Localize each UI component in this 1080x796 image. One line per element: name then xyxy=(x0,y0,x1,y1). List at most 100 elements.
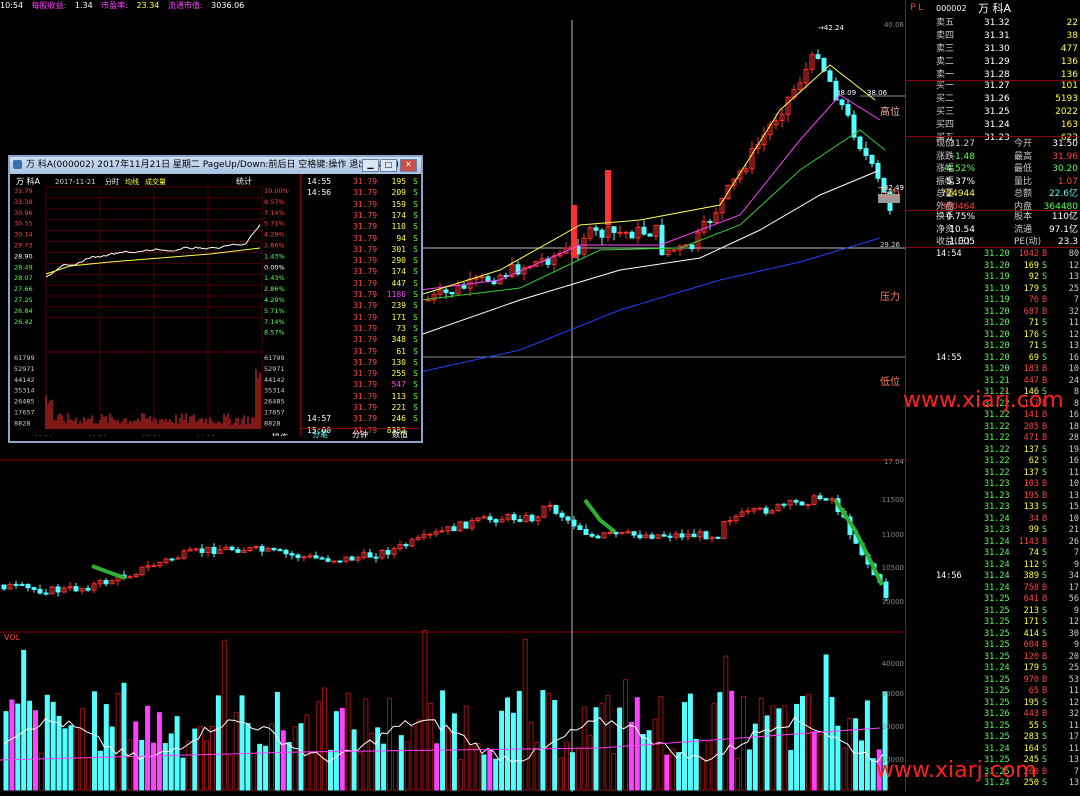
popup-tick-price: 31.79 xyxy=(353,391,378,401)
volume-bar xyxy=(823,654,829,791)
stat-label: 量比 xyxy=(1014,176,1033,187)
popup-tick-volume: 348 xyxy=(391,335,406,345)
popup-tick-volume: 547 xyxy=(391,380,406,390)
index-candle-body xyxy=(757,507,763,510)
tick-price: 31.24 xyxy=(984,582,1010,593)
stat-value: 1.07 xyxy=(1057,176,1078,187)
popup-tick-price: 31.79 xyxy=(353,369,378,379)
index-candle-body xyxy=(325,558,331,562)
index-candle-body xyxy=(295,554,301,559)
stock-code: 000002 xyxy=(936,4,967,13)
tick-row: 31.21 447 B 24 xyxy=(906,376,1080,387)
popup-tab-1[interactable]: 分钟 xyxy=(340,428,380,441)
popup-tick-price: 31.79 xyxy=(353,414,378,424)
popup-tick-side: S xyxy=(413,222,418,232)
index-candle-body xyxy=(439,530,445,533)
popup-subtab: 分时 xyxy=(105,177,119,186)
popup-tick-volume: 195 xyxy=(391,177,406,186)
volume-bar xyxy=(322,687,328,791)
tick-row: 31.23 99 S 21 xyxy=(906,525,1080,536)
tick-row: 31.23 103 B 10 xyxy=(906,479,1080,490)
tick-row: 31.20 169 S 12 xyxy=(906,261,1080,272)
index-candle-body xyxy=(883,581,889,598)
tick-price: 31.19 xyxy=(984,272,1010,282)
popup-tick-side: S xyxy=(413,301,418,311)
volume-bar xyxy=(428,703,434,791)
popup-time-label: 13:00 xyxy=(142,434,161,436)
popup-tick-price: 31.79 xyxy=(353,267,378,277)
tick-count: 13 xyxy=(1068,341,1079,351)
tick-price: 31.22 xyxy=(984,444,1010,455)
tick-count: 8 xyxy=(1073,398,1079,409)
ma-line-magenta xyxy=(419,94,881,291)
tick-price: 31.21 xyxy=(984,375,1010,386)
index-candle-body xyxy=(487,516,493,521)
candle-body xyxy=(659,224,665,256)
index-candle-body xyxy=(151,565,157,568)
popup-tab-2[interactable]: 数值 xyxy=(380,428,420,441)
tick-row: 31.22 471 B 28 xyxy=(906,433,1080,444)
index-candle-body xyxy=(547,505,553,508)
tick-volume: 758 xyxy=(1023,582,1039,593)
tick-volume: 169 xyxy=(1023,260,1039,271)
popup-tick-side: S xyxy=(413,414,418,424)
popup-pct-label: 5.71% xyxy=(264,220,285,228)
close-icon[interactable]: ✕ xyxy=(400,159,417,172)
popup-tab-0[interactable]: 分笔 xyxy=(300,428,340,441)
volume-bar xyxy=(298,723,304,791)
tick-price: 31.19 xyxy=(984,283,1010,294)
index-candle-body xyxy=(337,560,343,563)
index-candle-body xyxy=(727,520,733,523)
index-candle-body xyxy=(517,519,523,522)
zone-label: 压力 xyxy=(880,290,900,303)
mini-chart-canvas[interactable]: 万 科A 2017-11-21 分时 均线 成交量 统计 31.79 31.38 30.96 30… xyxy=(10,174,300,442)
volume-bar xyxy=(92,691,97,791)
maximize-icon[interactable]: □ xyxy=(380,159,397,172)
popup-price-label: 26.42 xyxy=(14,318,33,326)
popup-vol-label: 17657 xyxy=(14,409,35,417)
stat-label: 流通 xyxy=(1014,224,1033,235)
minimize-icon[interactable]: ▁ xyxy=(362,159,379,172)
tick-side: S xyxy=(1042,260,1048,271)
popup-tick-volume: 255 xyxy=(391,369,406,379)
volume-bar xyxy=(192,728,198,791)
popup-mini-chart[interactable]: 万 科A 2017-11-21 分时 均线 成交量 统计 31.79 31.38 30.96 30… xyxy=(10,174,300,442)
tick-row: 31.20 71 S 11 xyxy=(906,318,1080,329)
tick-price: 31.24 xyxy=(984,663,1010,673)
index-candle-body xyxy=(277,549,283,552)
popup-tick-side: S xyxy=(413,346,418,356)
volume-bar xyxy=(357,752,363,791)
popup-tick-row: 31.79 130 S xyxy=(301,357,422,368)
stat-value: 22.6亿 xyxy=(1048,189,1078,199)
popup-tick-row: 31.79 301 S xyxy=(301,244,422,255)
index-scale-label: 10500 xyxy=(882,564,904,572)
volume-bar xyxy=(50,701,56,791)
index-candle-body xyxy=(463,521,469,529)
popup-tick-row: 31.79 73 S xyxy=(301,323,422,334)
volume-bar xyxy=(493,758,499,791)
tick-count: 80 xyxy=(1068,249,1079,259)
tick-count: 12 xyxy=(1068,329,1079,340)
volume-bar xyxy=(788,749,794,791)
zone-label: 高位 xyxy=(880,105,900,118)
tick-volume: 34 xyxy=(1028,513,1039,524)
tick-side: B xyxy=(1042,433,1048,443)
popup-tick-side: S xyxy=(413,188,418,198)
tick-count: 9 xyxy=(1073,640,1079,650)
price-label-high: →42.24 xyxy=(818,24,844,32)
tick-side: S xyxy=(1042,778,1048,788)
volume-bar xyxy=(711,702,717,791)
index-candle-body xyxy=(799,501,805,506)
index-candle-body xyxy=(403,543,409,547)
volume-bar xyxy=(292,726,298,791)
popup-titlebar[interactable]: 万 科A(000002) 2017年11月21日 星期二 PageUp/Down… xyxy=(10,157,421,174)
index-candle-body xyxy=(553,505,559,514)
tick-row: 31.22 205 B 18 xyxy=(906,422,1080,433)
intraday-popup-window[interactable]: 万 科A(000002) 2017年11月21日 星期二 PageUp/Down… xyxy=(8,155,423,443)
tick-side: S xyxy=(1042,283,1048,294)
bid-volume: 101 xyxy=(1060,81,1078,91)
volume-bar xyxy=(109,726,115,791)
volume-bar xyxy=(499,710,505,791)
volume-bar xyxy=(21,649,27,791)
bid-label: 买三 xyxy=(936,107,955,117)
